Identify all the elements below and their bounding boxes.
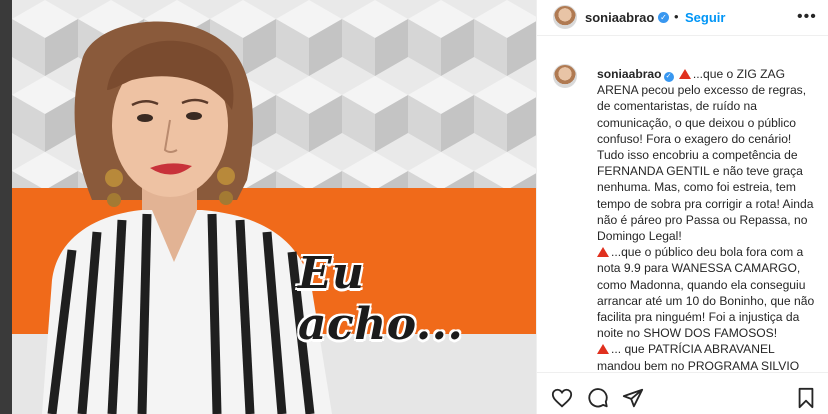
- header-avatar[interactable]: [553, 5, 577, 29]
- caption-segment-3: ... que PATRÍCIA ABRAVANEL mandou bem no…: [597, 342, 800, 372]
- image-overlay-text: Eu acho...: [298, 248, 464, 350]
- caption-scroll-area[interactable]: soniaabrao ✓ ...que o ZIG ZAG ARENA pecou…: [537, 54, 828, 372]
- verified-badge-icon: ✓: [663, 72, 674, 82]
- follow-button[interactable]: Seguir: [685, 10, 725, 25]
- share-icon[interactable]: [622, 387, 644, 409]
- header-username[interactable]: soniaabrao: [585, 10, 654, 25]
- heart-icon[interactable]: [551, 387, 573, 409]
- warning-icon: [678, 69, 691, 79]
- post-image[interactable]: Eu acho...: [12, 0, 536, 414]
- backdrop-edge: [0, 0, 12, 414]
- bookmark-icon[interactable]: [795, 387, 817, 409]
- comment-icon[interactable]: [587, 387, 609, 409]
- header-separator: •: [674, 9, 679, 24]
- warning-icon: [597, 344, 609, 355]
- caption-avatar[interactable]: [553, 64, 577, 88]
- instagram-post-view: Eu acho... soniaabrao ✓ • Seguir ••• son…: [0, 0, 828, 414]
- verified-badge-icon: ✓: [658, 12, 669, 23]
- post-caption: soniaabrao ✓ ...que o ZIG ZAG ARENA pecou…: [597, 66, 821, 372]
- action-bar: [537, 372, 828, 414]
- post-side-panel: soniaabrao ✓ • Seguir ••• soniaabrao ✓ ..…: [536, 0, 828, 414]
- woman-portrait: [42, 21, 332, 414]
- caption-segment-1: ...que o ZIG ZAG ARENA pecou pelo excess…: [597, 67, 814, 244]
- more-horizontal-icon[interactable]: •••: [797, 8, 817, 26]
- caption-username[interactable]: soniaabrao: [597, 67, 662, 81]
- warning-icon: [597, 247, 609, 258]
- post-header: soniaabrao ✓ • Seguir •••: [537, 0, 828, 36]
- caption-segment-2: ...que o público deu bola fora com a not…: [597, 245, 815, 341]
